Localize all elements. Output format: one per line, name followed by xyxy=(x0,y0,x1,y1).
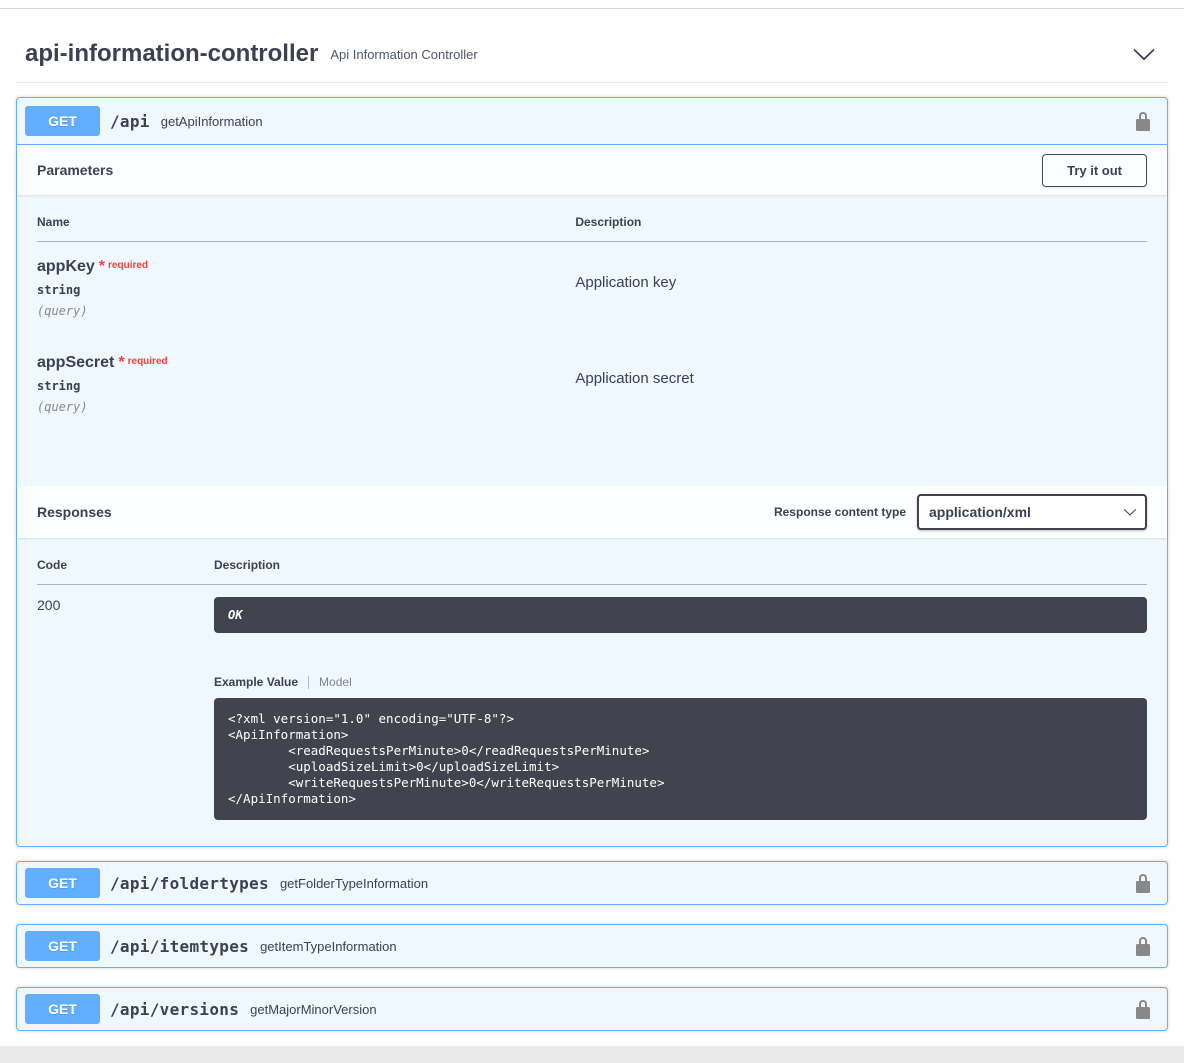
lock-icon[interactable] xyxy=(1127,871,1159,895)
required-label: required xyxy=(108,260,148,271)
parameters-title: Parameters xyxy=(37,162,113,178)
parameter-type: string xyxy=(37,379,575,393)
lock-icon[interactable] xyxy=(1127,934,1159,958)
parameter-description: Application secret xyxy=(575,354,1147,387)
parameter-description-cell: Application key xyxy=(575,242,1147,339)
column-header-description: Description xyxy=(575,215,1147,242)
response-content-type: Response content type application/xml xyxy=(774,494,1147,530)
response-row: 200 OK Example Value Model <?xml version… xyxy=(37,585,1147,821)
response-example-xml[interactable]: <?xml version="1.0" encoding="UTF-8"?> <… xyxy=(214,698,1147,820)
endpoint-path: /api/versions xyxy=(110,1000,239,1019)
parameter-name: appSecret* required xyxy=(37,354,575,372)
parameters-table: Name Description appKey*required st xyxy=(37,215,1147,434)
method-badge: GET xyxy=(25,931,100,961)
endpoint-path: /api xyxy=(110,112,150,131)
method-badge: GET xyxy=(25,106,100,136)
parameter-name-text: appSecret xyxy=(37,354,114,371)
parameter-name-text: appKey xyxy=(37,258,95,275)
response-description-cell: OK Example Value Model <?xml version="1.… xyxy=(214,585,1147,821)
endpoint-get-api: GET /api getApiInformation Parameters Tr… xyxy=(16,97,1168,847)
lock-icon[interactable] xyxy=(1127,109,1159,133)
parameter-row: appKey*required string (query) Applicati… xyxy=(37,242,1147,339)
parameters-section-header: Parameters Try it out xyxy=(17,145,1167,195)
try-it-out-button[interactable]: Try it out xyxy=(1042,154,1147,187)
tag-header[interactable]: api-information-controller Api Informati… xyxy=(16,28,1168,83)
endpoint-summary-text: getMajorMinorVersion xyxy=(250,1002,1127,1017)
endpoint-get-api-itemtypes: GET /api/itemtypes getItemTypeInformatio… xyxy=(16,924,1168,968)
endpoint-body: Parameters Try it out Name Description xyxy=(17,145,1167,846)
response-content-type-select[interactable]: application/xml xyxy=(917,494,1147,530)
column-header-description: Description xyxy=(214,558,1147,585)
swagger-page: api-information-controller Api Informati… xyxy=(0,0,1184,1063)
parameter-type: string xyxy=(37,283,575,297)
endpoint-summary-text: getApiInformation xyxy=(161,114,1127,129)
required-asterisk: * xyxy=(99,258,105,275)
endpoint-get-api-summary[interactable]: GET /api getApiInformation xyxy=(17,98,1167,145)
responses-table: Code Description 200 OK Example Value xyxy=(37,558,1147,820)
endpoint-path: /api/itemtypes xyxy=(110,937,249,956)
responses-title: Responses xyxy=(37,504,112,520)
required-label: required xyxy=(128,356,168,367)
column-header-name: Name xyxy=(37,215,575,242)
tab-example-value[interactable]: Example Value xyxy=(214,675,298,689)
endpoint-summary-text: getItemTypeInformation xyxy=(260,939,1127,954)
parameter-description: Application key xyxy=(575,258,1147,291)
parameter-location: (query) xyxy=(37,304,575,318)
endpoint-get-api-itemtypes-summary[interactable]: GET /api/itemtypes getItemTypeInformatio… xyxy=(17,925,1167,967)
parameter-name: appKey*required xyxy=(37,258,575,276)
tab-model[interactable]: Model xyxy=(319,675,352,689)
endpoint-path: /api/foldertypes xyxy=(110,874,269,893)
example-model-tabs: Example Value Model xyxy=(214,675,1147,689)
method-badge: GET xyxy=(25,868,100,898)
response-content-type-label: Response content type xyxy=(774,505,906,519)
parameters-section-body: Name Description appKey*required st xyxy=(17,195,1167,486)
endpoint-summary-text: getFolderTypeInformation xyxy=(280,876,1127,891)
top-divider xyxy=(0,0,1184,9)
tag-subtitle: Api Information Controller xyxy=(330,47,477,62)
response-description: OK xyxy=(214,597,1147,633)
responses-section-header: Responses Response content type applicat… xyxy=(17,486,1167,538)
parameter-description-cell: Application secret xyxy=(575,338,1147,434)
response-code: 200 xyxy=(37,585,214,821)
parameter-row: appSecret* required string (query) Applic… xyxy=(37,338,1147,434)
parameter-name-cell: appSecret* required string (query) xyxy=(37,338,575,434)
parameter-name-cell: appKey*required string (query) xyxy=(37,242,575,339)
required-asterisk: * xyxy=(118,354,124,371)
method-badge: GET xyxy=(25,994,100,1024)
tab-divider xyxy=(308,676,309,689)
chevron-down-icon xyxy=(1123,505,1137,519)
column-header-code: Code xyxy=(37,558,214,585)
bottom-scroll-track[interactable] xyxy=(0,1046,1184,1063)
tag-title: api-information-controller xyxy=(25,40,318,68)
response-content-type-value: application/xml xyxy=(929,504,1031,520)
parameter-location: (query) xyxy=(37,400,575,414)
endpoint-get-api-foldertypes: GET /api/foldertypes getFolderTypeInform… xyxy=(16,861,1168,905)
endpoint-get-api-foldertypes-summary[interactable]: GET /api/foldertypes getFolderTypeInform… xyxy=(17,862,1167,904)
responses-section-body: Code Description 200 OK Example Value xyxy=(17,538,1167,846)
endpoint-get-api-versions: GET /api/versions getMajorMinorVersion xyxy=(16,987,1168,1031)
api-documentation: api-information-controller Api Informati… xyxy=(0,9,1184,1031)
endpoint-get-api-versions-summary[interactable]: GET /api/versions getMajorMinorVersion xyxy=(17,988,1167,1030)
lock-icon[interactable] xyxy=(1127,997,1159,1021)
chevron-down-icon[interactable] xyxy=(1128,38,1160,70)
